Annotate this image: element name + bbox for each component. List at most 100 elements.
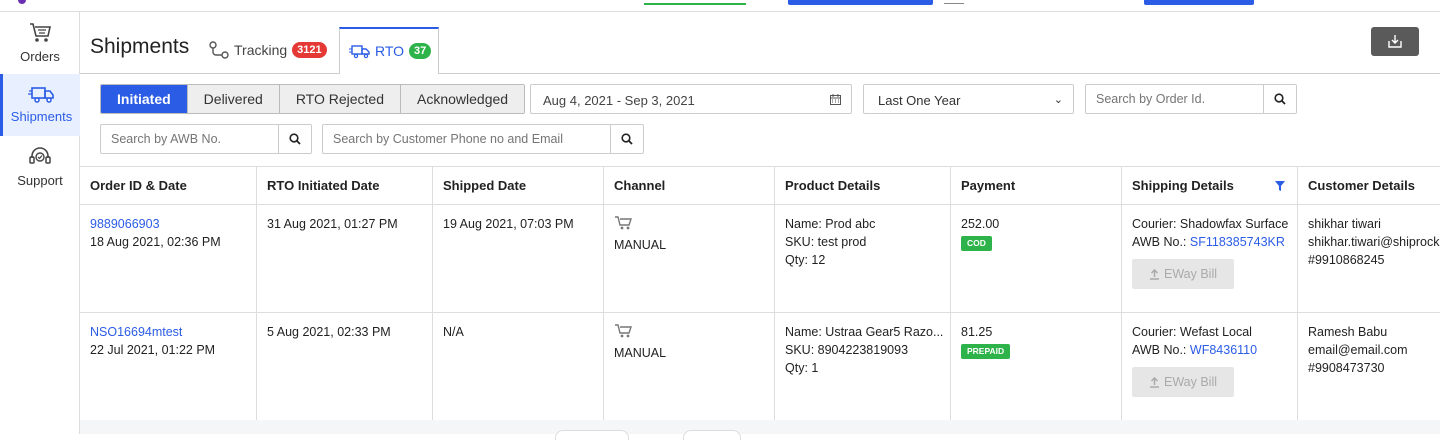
- top-progress-indicator: [644, 3, 746, 5]
- status-tabs: Initiated Delivered RTO Rejected Acknowl…: [100, 84, 526, 114]
- column-header-shipping[interactable]: Shipping Details: [1122, 167, 1298, 205]
- headset-icon: [29, 147, 51, 164]
- top-nav-icon[interactable]: [944, 0, 964, 4]
- column-header[interactable]: Order ID & Date: [80, 167, 257, 205]
- table-footer: [80, 420, 1440, 434]
- tab-tracking[interactable]: Tracking 3121: [208, 26, 327, 74]
- customer-email: email@email.com: [1308, 343, 1408, 357]
- chevron-down-icon: ⌄: [1053, 94, 1063, 106]
- customer-phone: #9908473730: [1308, 361, 1385, 375]
- download-icon: [1388, 35, 1402, 48]
- column-header[interactable]: RTO Initiated Date: [257, 167, 433, 205]
- date-range-picker[interactable]: Aug 4, 2021 - Sep 3, 2021: [530, 84, 852, 114]
- sidebar-item-shipments[interactable]: Shipments: [0, 74, 80, 136]
- upload-icon: [1149, 376, 1159, 388]
- truck-icon: [27, 87, 54, 103]
- order-id-link[interactable]: 9889066903: [90, 215, 256, 233]
- customer-cell: shikhar tiwari shikhar.tiwari@shiprock #…: [1298, 205, 1440, 312]
- top-action-button[interactable]: [788, 0, 933, 5]
- table-header: Order ID & Date RTO Initiated Date Shipp…: [80, 167, 1440, 205]
- order-search: [1085, 84, 1297, 114]
- table-row: NSO16694mtest 22 Jul 2021, 01:22 PM 5 Au…: [80, 313, 1440, 421]
- search-button[interactable]: [1263, 85, 1296, 113]
- brand-logo[interactable]: [18, 0, 26, 4]
- channel-label: MANUAL: [614, 346, 667, 360]
- top-action-button-2[interactable]: [1144, 0, 1254, 5]
- courier-name: Courier: Wefast Local: [1132, 325, 1252, 339]
- search-icon: [621, 133, 633, 145]
- page-title: Shipments: [90, 35, 190, 58]
- payment-mode-badge: COD: [961, 236, 992, 251]
- eway-bill-button[interactable]: EWay Bill: [1132, 367, 1234, 397]
- customer-search-input[interactable]: [323, 125, 611, 153]
- table-row: 9889066903 18 Aug 2021, 02:36 PM 31 Aug …: [80, 205, 1440, 313]
- route-icon: [209, 41, 229, 59]
- main-content: Shipments Tracking 3121 RTO 37 Initiated…: [80, 12, 1440, 440]
- manual-cart-icon: [615, 324, 632, 338]
- top-navbar: [0, 0, 1440, 12]
- customer-name: shikhar tiwari: [1308, 217, 1381, 231]
- count-badge: 37: [409, 43, 432, 59]
- column-header[interactable]: Shipped Date: [433, 167, 604, 205]
- filter-bar: Initiated Delivered RTO Rejected Acknowl…: [80, 74, 1440, 166]
- status-tab-delivered[interactable]: Delivered: [187, 85, 280, 113]
- count-badge: 3121: [292, 42, 327, 58]
- shipped-date-cell: N/A: [433, 313, 604, 420]
- eway-bill-button[interactable]: EWay Bill: [1132, 259, 1234, 289]
- product-sku: SKU: 8904223819093: [785, 343, 909, 357]
- product-name: Name: Prod abc: [785, 217, 876, 231]
- awb-link[interactable]: WF8436110: [1190, 343, 1257, 357]
- search-button[interactable]: [610, 125, 643, 153]
- status-tab-rto-rejected[interactable]: RTO Rejected: [279, 85, 402, 113]
- sidebar-item-label: Support: [17, 173, 63, 188]
- manual-cart-icon: [615, 216, 632, 230]
- order-id-link[interactable]: NSO16694mtest: [90, 323, 256, 341]
- filter-icon[interactable]: [1275, 181, 1285, 191]
- sidebar-item-label: Shipments: [10, 109, 73, 124]
- payment-cell: 81.25 PREPAID: [951, 313, 1122, 420]
- eway-bill-label: EWay Bill: [1163, 267, 1217, 281]
- status-tab-acknowledged[interactable]: Acknowledged: [401, 85, 525, 113]
- shipping-cell: Courier: Shadowfax Surface AWB No.: SF11…: [1122, 205, 1298, 312]
- column-header[interactable]: Customer Details: [1298, 167, 1440, 205]
- download-button[interactable]: [1371, 27, 1419, 56]
- upload-icon: [1149, 268, 1159, 280]
- page-header: Shipments Tracking 3121 RTO 37: [80, 12, 1440, 75]
- sidebar-item-label: Orders: [20, 49, 60, 64]
- rto-date-cell: 31 Aug 2021, 01:27 PM: [257, 205, 433, 312]
- status-tab-initiated[interactable]: Initiated: [101, 85, 188, 113]
- channel-cell: MANUAL: [604, 205, 775, 312]
- period-select[interactable]: Last One Year ⌄: [863, 84, 1074, 114]
- column-header[interactable]: Product Details: [775, 167, 951, 205]
- product-sku: SKU: test prod: [785, 235, 867, 249]
- sidebar-item-orders[interactable]: Orders: [0, 12, 80, 74]
- search-button[interactable]: [278, 125, 311, 153]
- awb-search-input[interactable]: [101, 125, 279, 153]
- order-search-input[interactable]: [1086, 85, 1264, 113]
- shipping-cell: Courier: Wefast Local AWB No.: WF8436110…: [1122, 313, 1298, 420]
- channel-label: MANUAL: [614, 238, 667, 252]
- order-cell: 9889066903 18 Aug 2021, 02:36 PM: [80, 205, 257, 312]
- payment-cell: 252.00 COD: [951, 205, 1122, 312]
- order-date: 18 Aug 2021, 02:36 PM: [90, 235, 221, 249]
- pagination-control[interactable]: [555, 430, 629, 440]
- awb-label: AWB No.:: [1132, 235, 1187, 249]
- sidebar-item-support[interactable]: Support: [0, 136, 80, 198]
- payment-mode-badge: PREPAID: [961, 344, 1011, 359]
- courier-name: Courier: Shadowfax Surface: [1132, 217, 1289, 231]
- product-cell: Name: Prod abc SKU: test prod Qty: 12: [775, 205, 951, 312]
- column-header[interactable]: Payment: [951, 167, 1122, 205]
- customer-email: shikhar.tiwari@shiprock: [1308, 235, 1440, 249]
- pagination-control[interactable]: [683, 430, 741, 440]
- search-icon: [289, 133, 301, 145]
- tab-rto[interactable]: RTO 37: [339, 27, 439, 75]
- eway-bill-label: EWay Bill: [1163, 375, 1217, 389]
- column-header[interactable]: Channel: [604, 167, 775, 205]
- sidebar: Orders Shipments Support: [0, 12, 80, 434]
- rto-table: Order ID & Date RTO Initiated Date Shipp…: [80, 166, 1440, 421]
- customer-search: [322, 124, 644, 154]
- customer-cell: Ramesh Babu email@email.com #9908473730: [1298, 313, 1440, 420]
- cart-icon: [30, 23, 51, 42]
- return-truck-icon: [349, 45, 370, 59]
- awb-link[interactable]: SF118385743KR: [1190, 235, 1285, 249]
